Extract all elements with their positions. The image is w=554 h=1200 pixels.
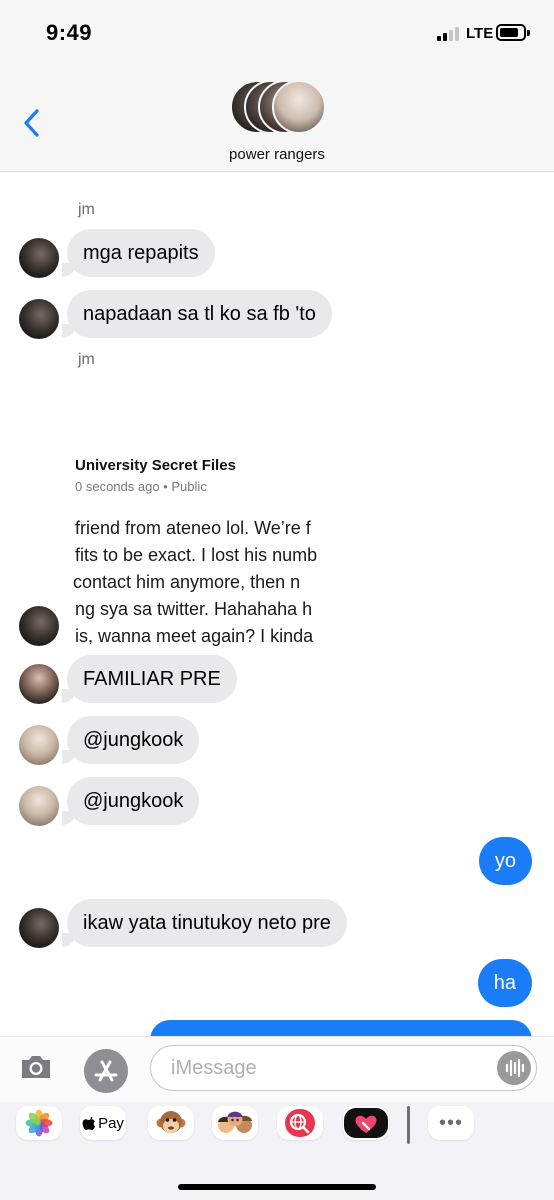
apple-icon — [82, 1116, 96, 1130]
avatar — [19, 606, 59, 646]
digital-touch-button[interactable] — [343, 1106, 389, 1140]
avatar — [19, 786, 59, 826]
shared-post-image[interactable]: University Secret Files 0 seconds ago • … — [67, 390, 357, 646]
chevron-left-icon — [24, 109, 39, 137]
apple-pay-label: Pay — [98, 1114, 124, 1132]
web-image-search-button[interactable] — [277, 1106, 323, 1140]
monkey-icon — [156, 1111, 186, 1133]
globe-search-icon — [285, 1109, 315, 1137]
avatar — [19, 664, 59, 704]
memoji-icon — [218, 1111, 252, 1133]
compose-bar: iMessage — [0, 1036, 554, 1102]
message-bubble[interactable]: @jungkook — [67, 777, 200, 825]
avatar — [19, 725, 59, 765]
battery-icon — [496, 24, 530, 41]
post-title: University Secret Files — [75, 457, 236, 474]
avatar — [19, 299, 59, 339]
cellular-signal-icon — [437, 27, 461, 41]
avatar — [272, 80, 326, 134]
conversation-header: 9:49 LTE power rangers — [0, 0, 554, 172]
photos-icon — [25, 1109, 53, 1137]
home-indicator[interactable] — [178, 1184, 376, 1190]
post-text-line: is, wanna meet again? I kinda — [75, 626, 314, 646]
network-type: LTE — [466, 25, 494, 42]
message-bubble[interactable]: mga repapits — [67, 229, 215, 277]
post-text-line: contact him anymore, then n — [73, 572, 301, 592]
photos-app-button[interactable] — [16, 1106, 62, 1140]
audio-message-button[interactable] — [497, 1051, 531, 1085]
memoji-button[interactable] — [212, 1106, 258, 1140]
message-bubble[interactable]: @jungkook — [67, 716, 200, 764]
group-name[interactable]: power rangers — [0, 146, 554, 163]
sender-name: jm — [78, 351, 95, 368]
avatar — [19, 908, 59, 948]
post-text-line: ng sya sa twitter. Hahahaha h — [75, 599, 313, 619]
camera-icon — [22, 1056, 50, 1078]
avatar — [19, 238, 59, 278]
message-bubble[interactable]: napadaan sa tl ko sa fb 'to — [67, 290, 332, 338]
post-text-line: fits to be exact. I lost his numb — [75, 545, 318, 565]
app-store-button[interactable] — [84, 1049, 128, 1093]
back-button[interactable] — [20, 105, 46, 141]
drawer-divider — [407, 1106, 410, 1144]
message-bubble[interactable]: ikaw yata tinutukoy neto pre — [67, 899, 347, 947]
group-avatar-stack[interactable] — [228, 80, 328, 136]
sent-message-bubble[interactable]: ha — [477, 959, 532, 1007]
post-text-line: friend from ateneo lol. We’re f — [75, 518, 311, 538]
message-input[interactable]: iMessage — [150, 1045, 537, 1091]
sender-name: jm — [78, 201, 95, 218]
apple-pay-button[interactable]: Pay — [80, 1106, 126, 1140]
app-store-icon — [94, 1060, 118, 1082]
status-time: 9:49 — [46, 20, 93, 45]
app-drawer: Pay ••• — [0, 1102, 554, 1200]
more-apps-button[interactable]: ••• — [428, 1106, 474, 1140]
message-placeholder: iMessage — [171, 1057, 257, 1079]
camera-button[interactable] — [19, 1053, 53, 1081]
message-bubble[interactable]: FAMILIAR PRE — [67, 655, 237, 703]
post-meta: 0 seconds ago • Public — [75, 479, 207, 494]
sent-message-bubble[interactable]: yo — [478, 837, 532, 885]
heart-touch-icon — [344, 1108, 388, 1138]
waveform-icon — [505, 1058, 525, 1078]
more-icon: ••• — [438, 1111, 463, 1134]
animoji-button[interactable] — [148, 1106, 194, 1140]
